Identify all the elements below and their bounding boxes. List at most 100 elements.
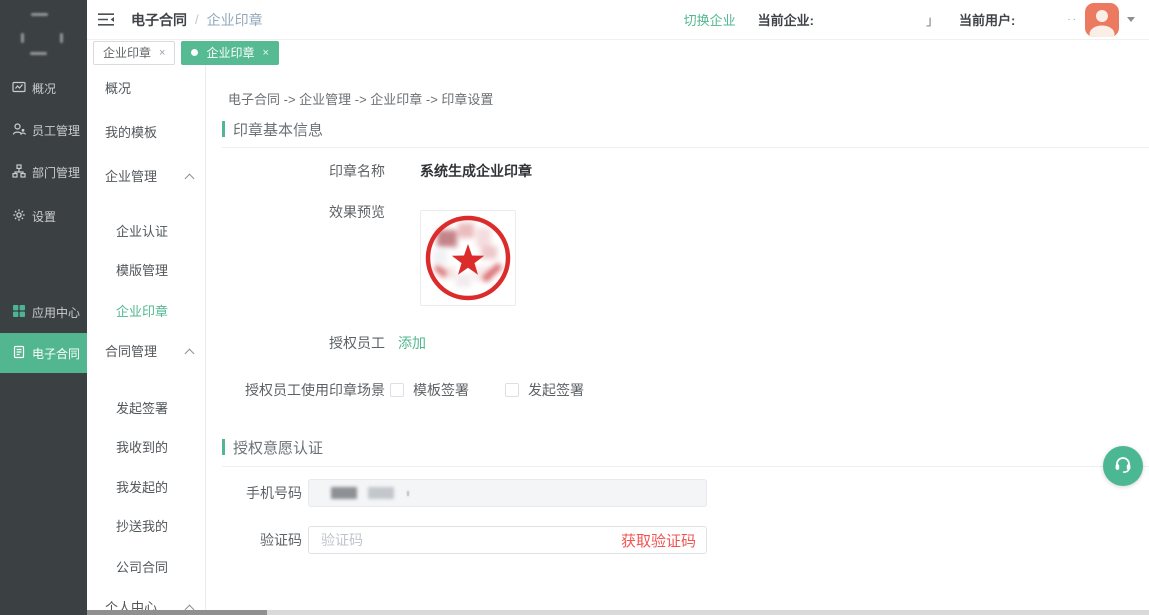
phone-label: 手机号码 [206, 483, 302, 503]
seal-name-row: 印章名称 系统生成企业印章 [206, 160, 532, 182]
sidebar-item-label: 电子合同 [32, 345, 80, 362]
redacted-phone-mark [407, 491, 409, 496]
breadcrumb-separator: / [195, 12, 199, 27]
authorized-employees-label: 授权员工 [206, 333, 385, 353]
nav-item-label: 公司合同 [116, 557, 168, 579]
header-right-group: 切换企业 当前企业: 」 当前用户: ·· [684, 3, 1135, 37]
tab-label: 企业印章 [103, 44, 151, 61]
redacted-phone-part [331, 487, 357, 499]
checkbox-label: 模板签署 [413, 380, 469, 400]
code-input[interactable] [319, 531, 621, 549]
section-title-text: 授权意愿认证 [233, 437, 323, 458]
sidebar-item-app-center[interactable]: 应用中心 [0, 292, 87, 332]
nav-item-label: 模版管理 [116, 260, 168, 282]
nav-group-contract-management[interactable]: 合同管理 [105, 341, 199, 363]
scrollbar-thumb[interactable] [87, 610, 267, 615]
nav-item-label: 我发起的 [116, 477, 168, 499]
horizontal-scrollbar[interactable] [87, 610, 1149, 615]
tab-enterprise-seal-active[interactable]: 企业印章 × [181, 41, 278, 65]
nav-item-initiate-signing[interactable]: 发起签署 [116, 398, 199, 420]
main-content: 电子合同 -> 企业管理 -> 企业印章 -> 印章设置 印章基本信息 印章名称… [206, 64, 1149, 615]
usage-scene-label: 授权员工使用印章场景 [206, 380, 385, 400]
nav-item-received[interactable]: 我收到的 [116, 437, 199, 459]
sidebar-item-label: 部门管理 [32, 164, 80, 181]
switch-company-link[interactable]: 切换企业 [684, 10, 736, 29]
redacted-company-name [814, 13, 926, 27]
top-header: 电子合同 / 企业印章 切换企业 当前企业: 」 当前用户: ·· [87, 0, 1149, 40]
breadcrumb-page[interactable]: 企业印章 [207, 10, 263, 30]
logo-mark [30, 52, 47, 55]
sidebar-item-label: 员工管理 [32, 122, 80, 139]
section-accent-bar [222, 439, 225, 455]
nav-group-enterprise-management[interactable]: 企业管理 [105, 166, 199, 188]
logo-mark [31, 13, 48, 16]
redacted-user-name [1015, 13, 1067, 27]
authorized-employees-row: 授权员工 添加 [206, 332, 426, 354]
settings-icon [12, 208, 26, 225]
current-user-label: 当前用户: [959, 10, 1015, 29]
preview-row: 效果预览 [206, 201, 385, 223]
headset-icon [1113, 454, 1133, 479]
nav-item-label: 企业认证 [116, 221, 168, 243]
close-icon[interactable]: × [262, 47, 268, 59]
departments-icon [12, 164, 26, 181]
nav-item-enterprise-seal[interactable]: 企业印章 [116, 301, 199, 323]
overview-icon [12, 80, 26, 97]
checkbox-template-signing[interactable] [390, 383, 404, 397]
logo-mark [60, 33, 63, 43]
redacted-phone-part [368, 487, 394, 499]
section-accent-bar [222, 121, 225, 137]
e-contract-icon [12, 345, 26, 362]
content-breadcrumb: 电子合同 -> 企业管理 -> 企业印章 -> 印章设置 [228, 89, 493, 108]
customer-support-button[interactable] [1103, 446, 1143, 486]
nav-item-cc-me[interactable]: 抄送我的 [116, 516, 199, 538]
menu-fold-icon[interactable] [97, 12, 115, 27]
chevron-up-icon [185, 172, 195, 182]
user-redacted-marks: ·· [1067, 14, 1078, 25]
close-icon[interactable]: × [159, 47, 165, 59]
secondary-sidebar: 概况 我的模板 企业管理 企业认证 模版管理 企业印章 合同管理 发起签署 我收… [87, 65, 206, 615]
breadcrumb-app: 电子合同 [131, 10, 187, 30]
sidebar-item-label: 概况 [32, 80, 56, 97]
sidebar-item-e-contract[interactable]: 电子合同 [0, 333, 87, 373]
checkbox-initiate-signing[interactable] [505, 383, 519, 397]
chevron-down-icon[interactable] [1127, 17, 1135, 22]
section-title-text: 印章基本信息 [233, 119, 323, 140]
nav-item-label: 抄送我的 [116, 516, 168, 538]
preview-label: 效果预览 [206, 202, 385, 222]
nav-item-label: 概况 [105, 78, 131, 100]
app-center-icon [12, 304, 26, 321]
nav-item-company-contracts[interactable]: 公司合同 [116, 557, 199, 579]
tab-enterprise-seal[interactable]: 企业印章 × [93, 41, 175, 65]
current-company-label: 当前企业: [758, 10, 814, 29]
nav-item-initiated[interactable]: 我发起的 [116, 477, 199, 499]
avatar[interactable] [1085, 3, 1119, 37]
sidebar-item-overview[interactable]: 概况 [0, 68, 87, 108]
employees-icon [12, 122, 26, 139]
add-employee-link[interactable]: 添加 [398, 333, 426, 353]
tab-bar: 企业印章 × 企业印章 × [87, 40, 1149, 65]
seal-preview-image [420, 210, 516, 306]
chevron-up-icon [185, 347, 195, 357]
code-label: 验证码 [206, 530, 302, 550]
nav-item-enterprise-auth[interactable]: 企业认证 [116, 221, 199, 243]
nav-item-label: 企业管理 [105, 166, 157, 188]
seal-name-value: 系统生成企业印章 [420, 161, 532, 181]
phone-row: 手机号码 [206, 479, 707, 507]
nav-item-template-management[interactable]: 模版管理 [116, 260, 199, 282]
section-divider [222, 147, 1149, 148]
nav-item-label: 我的模板 [105, 122, 157, 144]
section-title-authorization-intent: 授权意愿认证 [222, 438, 323, 456]
nav-item-overview[interactable]: 概况 [105, 78, 199, 100]
nav-item-my-templates[interactable]: 我的模板 [105, 122, 199, 144]
sidebar-item-settings[interactable]: 设置 [0, 196, 87, 236]
nav-item-label: 合同管理 [105, 341, 157, 363]
phone-input [308, 479, 707, 507]
sidebar-item-label: 设置 [32, 208, 56, 225]
sidebar-item-departments[interactable]: 部门管理 [0, 152, 87, 192]
usage-scene-row: 授权员工使用印章场景 模板签署 发起签署 [206, 379, 584, 401]
sidebar-item-employees[interactable]: 员工管理 [0, 110, 87, 150]
tab-label: 企业印章 [206, 44, 254, 61]
get-code-button[interactable]: 获取验证码 [621, 530, 696, 551]
seal-name-label: 印章名称 [206, 161, 385, 181]
